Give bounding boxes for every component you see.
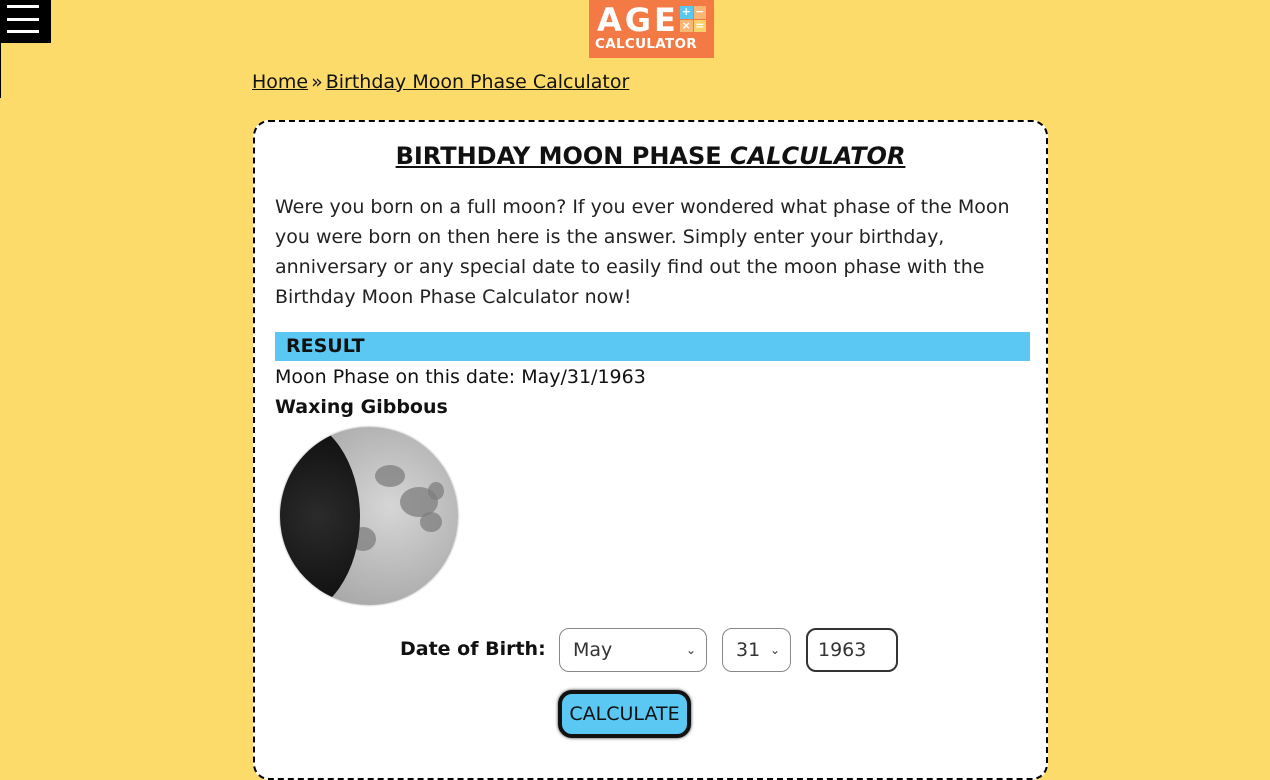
year-input[interactable] (806, 628, 898, 672)
logo-calculator-text: CALCULATOR (595, 36, 697, 52)
menu-bar (7, 30, 39, 33)
date-form: Date of Birth: May ⌄ 31 ⌄ (255, 628, 1046, 672)
title-emphasis: CALCULATOR (730, 142, 906, 170)
month-value: May (573, 639, 613, 661)
breadcrumb-separator: » (311, 71, 323, 93)
result-heading: RESULT (275, 332, 1030, 361)
breadcrumb-home-link[interactable]: Home (252, 71, 308, 93)
breadcrumb: Home» Birthday Moon Phase Calculator (252, 71, 629, 93)
logo-age-text: AGE (597, 1, 679, 39)
moon-mare (420, 512, 442, 532)
chevron-down-icon: ⌄ (769, 643, 780, 657)
page-title: BIRTHDAY MOON PHASE CALCULATOR (255, 142, 1046, 170)
result-date-line: Moon Phase on this date: May/31/1963 (275, 366, 646, 388)
chevron-down-icon: ⌄ (685, 643, 696, 657)
plus-icon: + (680, 5, 693, 19)
title-main: BIRTHDAY MOON PHASE (395, 142, 731, 170)
moon-shadow (280, 427, 360, 605)
menu-bar (7, 5, 39, 8)
day-select[interactable]: 31 ⌄ (722, 628, 791, 672)
month-select[interactable]: May ⌄ (559, 628, 707, 672)
moon-phase-name: Waxing Gibbous (275, 396, 448, 418)
moon-phase-image (280, 427, 458, 605)
minus-icon: − (693, 5, 706, 19)
calculator-card: BIRTHDAY MOON PHASE CALCULATOR Were you … (253, 120, 1048, 780)
day-value: 31 (736, 639, 761, 661)
menu-bar (7, 18, 39, 21)
breadcrumb-current-link[interactable]: Birthday Moon Phase Calculator (326, 71, 630, 93)
calculate-button[interactable]: CALCULATE (558, 690, 691, 738)
left-edge-line (0, 43, 1, 98)
times-icon: × (680, 18, 693, 32)
intro-text: Were you born on a full moon? If you eve… (275, 196, 1010, 308)
equals-icon: = (693, 18, 706, 32)
site-logo[interactable]: AGE + − × = CALCULATOR (589, 0, 714, 58)
logo-math-icon: + − × = (680, 6, 706, 32)
moon-mare (428, 482, 444, 500)
dob-label: Date of Birth: (400, 638, 546, 660)
moon-mare (375, 465, 405, 487)
hamburger-menu-button[interactable] (0, 0, 51, 43)
